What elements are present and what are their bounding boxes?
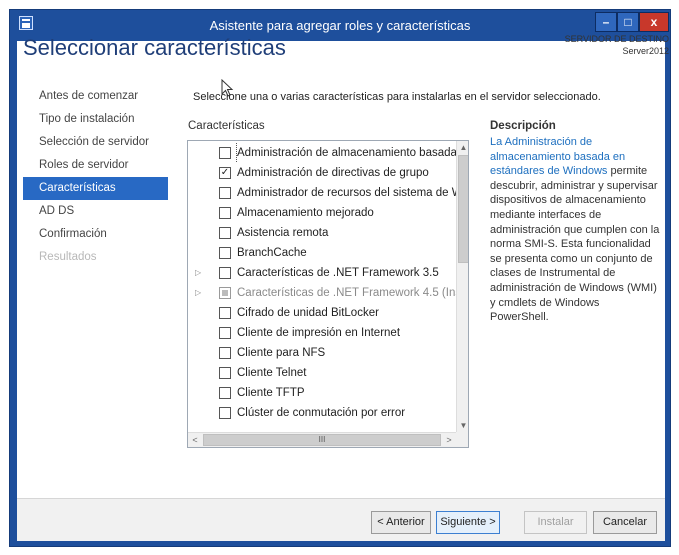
mouse-pointer-icon — [221, 79, 234, 97]
feature-checkbox[interactable] — [219, 187, 231, 199]
feature-row[interactable]: Asistencia remota — [188, 223, 456, 243]
destination-server: SERVIDOR DE DESTINO Server2012 — [565, 33, 669, 57]
expand-arrow-icon[interactable]: ▷ — [195, 283, 205, 303]
description-body: permite descubrir, administrar y supervi… — [490, 165, 660, 324]
feature-row[interactable]: ▷ Características de .NET Framework 4.5 (… — [188, 283, 456, 303]
feature-label: Características de .NET Framework 4.5 (I… — [237, 287, 456, 299]
feature-row[interactable]: Cliente para NFS — [188, 343, 456, 363]
feature-row[interactable]: Cliente Telnet — [188, 363, 456, 383]
feature-checkbox[interactable]: ✓ — [219, 167, 231, 179]
feature-row[interactable]: BranchCache — [188, 243, 456, 263]
nav-step-5[interactable]: Características — [23, 177, 168, 200]
close-button[interactable]: x — [639, 12, 669, 32]
nav-step-4[interactable]: Roles de servidor — [23, 154, 168, 177]
window-title: Asistente para agregar roles y caracterí… — [209, 18, 471, 33]
minimize-button[interactable]: – — [595, 12, 617, 32]
scroll-right-icon[interactable]: > — [442, 433, 456, 447]
feature-row[interactable]: Administrador de recursos del sistema de… — [188, 183, 456, 203]
feature-checkbox[interactable] — [219, 287, 231, 299]
feature-label: Administrador de recursos del sistema de… — [237, 187, 456, 199]
nav-step-3[interactable]: Selección de servidor — [23, 131, 168, 154]
feature-label: Asistencia remota — [237, 227, 329, 239]
feature-row[interactable]: Clúster de conmutación por error — [188, 403, 456, 423]
destination-server-name: Server2012 — [622, 46, 669, 56]
scroll-up-icon[interactable]: ▲ — [457, 141, 468, 154]
feature-label: Cifrado de unidad BitLocker — [237, 307, 379, 319]
feature-label: Cliente de impresión en Internet — [237, 327, 401, 339]
nav-step-1[interactable]: Antes de comenzar — [23, 85, 168, 108]
expand-arrow-icon[interactable]: ▷ — [195, 263, 205, 283]
scroll-down-icon[interactable]: ▼ — [457, 419, 468, 432]
feature-label: Cliente TFTP — [237, 387, 305, 399]
feature-label: Clúster de conmutación por error — [237, 407, 406, 419]
feature-checkbox[interactable] — [219, 327, 231, 339]
feature-label: Cliente para NFS — [237, 347, 326, 359]
feature-label: Cliente Telnet — [237, 367, 307, 379]
feature-checkbox[interactable] — [219, 407, 231, 419]
features-list[interactable]: Administración de almacenamiento basada … — [187, 140, 469, 448]
feature-checkbox[interactable] — [219, 387, 231, 399]
scroll-corner — [456, 432, 468, 447]
feature-label: Almacenamiento mejorado — [237, 207, 374, 219]
vertical-scroll-thumb[interactable] — [458, 155, 468, 263]
horizontal-scrollbar[interactable]: < III > — [188, 432, 456, 447]
feature-checkbox[interactable] — [219, 247, 231, 259]
description-header: Descripción — [490, 120, 556, 132]
feature-description: La Administración de almacenamiento basa… — [490, 135, 660, 325]
feature-label: Administración de almacenamiento basada … — [236, 143, 456, 163]
nav-step-6[interactable]: AD DS — [23, 200, 168, 223]
feature-checkbox[interactable] — [219, 207, 231, 219]
feature-checkbox[interactable] — [219, 367, 231, 379]
feature-checkbox[interactable] — [219, 147, 231, 159]
page-title: Seleccionar características — [23, 35, 286, 60]
feature-row[interactable]: ▷ Características de .NET Framework 3.5 — [188, 263, 456, 283]
feature-label: BranchCache — [237, 247, 307, 259]
feature-label: Administración de directivas de grupo — [237, 167, 429, 179]
feature-row[interactable]: Cliente TFTP — [188, 383, 456, 403]
description-link[interactable]: La Administración de almacenamiento basa… — [490, 136, 625, 177]
next-button[interactable]: Siguiente > — [436, 511, 500, 534]
horizontal-scroll-thumb[interactable]: III — [203, 434, 441, 446]
wizard-steps-nav: Antes de comenzar Tipo de instalación Sele… — [23, 85, 168, 269]
features-header: Características — [188, 120, 265, 132]
feature-checkbox[interactable] — [219, 307, 231, 319]
feature-label: Características de .NET Framework 3.5 — [237, 267, 439, 279]
vertical-scrollbar[interactable]: ▲ ▼ — [456, 141, 468, 432]
nav-step-8: Resultados — [39, 251, 97, 263]
feature-row[interactable]: Administración de almacenamiento basada … — [188, 143, 456, 163]
feature-row[interactable]: Almacenamiento mejorado — [188, 203, 456, 223]
scroll-left-icon[interactable]: < — [188, 433, 202, 447]
back-button[interactable]: < Anterior — [371, 511, 431, 534]
nav-step-7[interactable]: Confirmación — [23, 223, 168, 246]
feature-row[interactable]: Cliente de impresión en Internet — [188, 323, 456, 343]
destination-server-label: SERVIDOR DE DESTINO — [564, 34, 669, 44]
nav-step-2[interactable]: Tipo de instalación — [23, 108, 168, 131]
instruction-text: Seleccione una o varias características … — [193, 91, 601, 103]
install-button[interactable]: Instalar — [524, 511, 587, 534]
feature-row[interactable]: ✓ Administración de directivas de grupo — [188, 163, 456, 183]
cancel-button[interactable]: Cancelar — [593, 511, 657, 534]
feature-checkbox[interactable] — [219, 227, 231, 239]
feature-checkbox[interactable] — [219, 267, 231, 279]
feature-row[interactable]: Cifrado de unidad BitLocker — [188, 303, 456, 323]
feature-checkbox[interactable] — [219, 347, 231, 359]
maximize-button[interactable]: □ — [617, 12, 639, 32]
